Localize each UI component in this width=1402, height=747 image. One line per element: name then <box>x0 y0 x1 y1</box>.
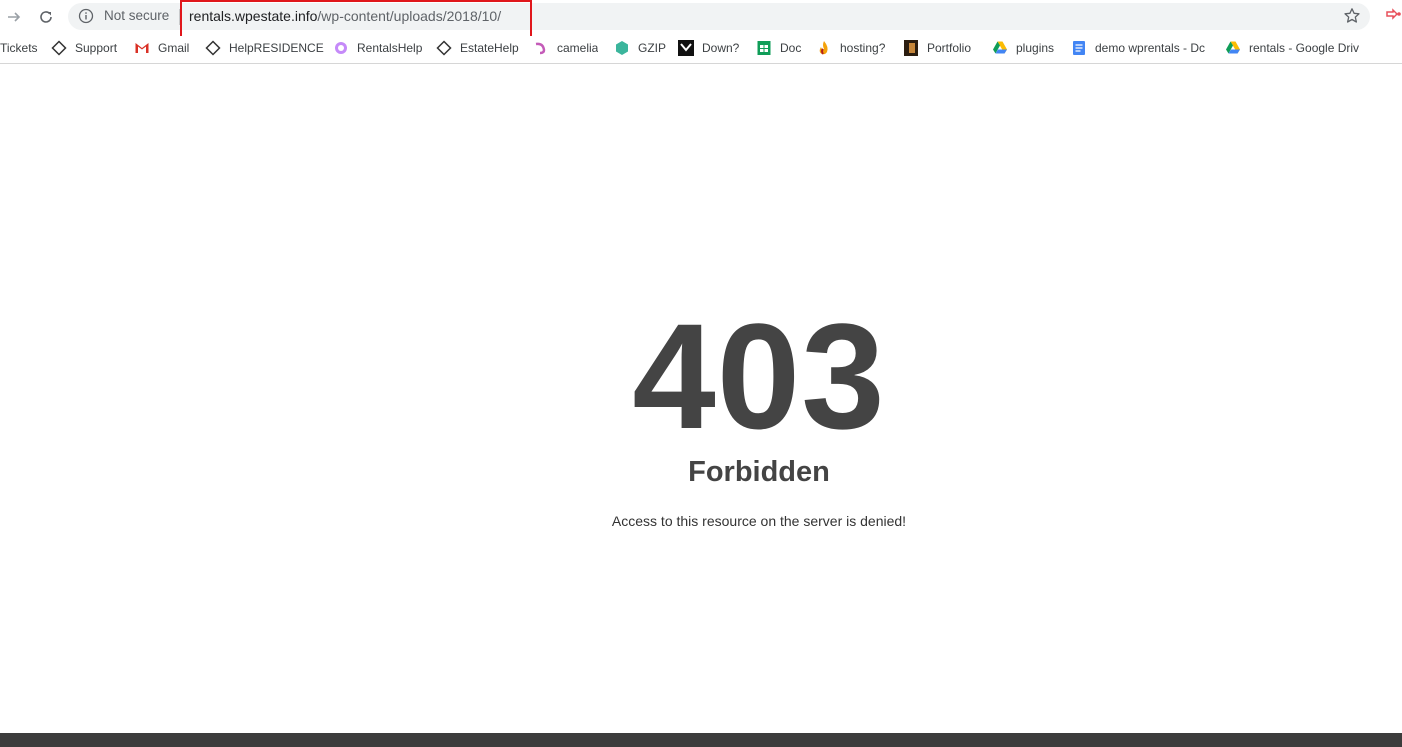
teal-hexagon-icon <box>614 40 630 56</box>
google-drive-icon <box>1225 40 1241 56</box>
reload-button[interactable] <box>34 5 58 29</box>
google-drive-icon <box>992 40 1008 56</box>
google-doc-icon <box>1071 40 1087 56</box>
bookmark-demo-wprentals[interactable]: demo wprentals - Dc <box>1071 39 1209 57</box>
green-sheet-icon <box>756 40 772 56</box>
bookmark-star-icon[interactable] <box>1343 7 1361 25</box>
diamond-code-icon <box>205 40 221 56</box>
bookmark-doc[interactable]: Doc <box>756 39 801 57</box>
reload-icon <box>40 11 52 23</box>
address-separator <box>179 9 180 25</box>
bookmark-estatehelp[interactable]: EstateHelp <box>436 39 519 57</box>
bookmark-label: Gmail <box>158 41 190 55</box>
bookmark-support[interactable]: Support <box>51 39 117 57</box>
bookmark-label: Doc <box>780 41 802 55</box>
bookmark-rentalshelp[interactable]: RentalsHelp <box>333 39 422 57</box>
bookmark-label: Tickets <box>0 41 38 55</box>
bookmark-label: rentals - Google Driv <box>1249 41 1360 55</box>
security-status[interactable]: Not secure <box>104 8 169 23</box>
bottom-bar <box>0 733 1402 747</box>
bookmark-rentals-drive[interactable]: rentals - Google Driv <box>1225 39 1365 57</box>
bookmark-helpresidence[interactable]: HelpRESIDENCE <box>205 39 324 57</box>
black-square-icon <box>678 40 694 56</box>
bookmark-gzip[interactable]: GZIP <box>614 39 666 57</box>
diamond-code-icon <box>51 40 67 56</box>
url-host: rentals.wpestate.info <box>189 8 318 24</box>
bookmark-portfolio[interactable]: Portfolio <box>903 39 971 57</box>
bookmark-tickets[interactable]: Tickets <box>0 39 38 57</box>
diamond-code-icon <box>436 40 452 56</box>
browser-toolbar: Not secure rentals.wpestate.info/wp-cont… <box>0 0 1402 41</box>
bookmark-label: Down? <box>702 41 740 55</box>
bookmark-label: EstateHelp <box>460 41 519 55</box>
error-title: Forbidden <box>688 456 830 488</box>
url-text[interactable]: rentals.wpestate.info/wp-content/uploads… <box>189 8 501 24</box>
pink-swirl-icon <box>533 40 549 56</box>
extension-icon[interactable] <box>1385 8 1402 24</box>
bookmark-label: RentalsHelp <box>357 41 423 55</box>
arrow-right-icon <box>8 12 21 22</box>
url-path: /wp-content/uploads/2018/10/ <box>317 8 502 24</box>
bookmark-gmail[interactable]: Gmail <box>134 39 189 57</box>
bookmark-plugins[interactable]: plugins <box>992 39 1054 57</box>
bookmark-label: hosting? <box>840 41 886 55</box>
error-code: 403 <box>632 292 886 460</box>
bookmark-label: plugins <box>1016 41 1055 55</box>
info-icon[interactable] <box>78 8 94 24</box>
bookmark-hosting[interactable]: hosting? <box>816 39 885 57</box>
bookmark-label: camelia <box>557 41 599 55</box>
purple-circle-icon <box>333 40 349 56</box>
bookmark-down[interactable]: Down? <box>678 39 739 57</box>
bookmark-label: Support <box>75 41 118 55</box>
error-message: Access to this resource on the server is… <box>611 513 907 529</box>
bookmarks-bar: Tickets Support Gmail HelpRESIDENCE Rent… <box>0 36 1402 64</box>
bookmark-label: HelpRESIDENCE <box>229 41 324 55</box>
forward-button[interactable] <box>2 5 26 29</box>
bookmark-label: demo wprentals - Dc <box>1095 41 1206 55</box>
gmail-icon <box>134 40 150 56</box>
flame-icon <box>816 40 832 56</box>
page-content: 403 Forbidden Access to this resource on… <box>0 66 1402 733</box>
bookmark-label: Portfolio <box>927 41 972 55</box>
bookmark-label: GZIP <box>638 41 667 55</box>
bookmark-camelia[interactable]: camelia <box>533 39 598 57</box>
portfolio-icon <box>903 40 919 56</box>
address-bar[interactable]: Not secure rentals.wpestate.info/wp-cont… <box>68 3 1370 30</box>
